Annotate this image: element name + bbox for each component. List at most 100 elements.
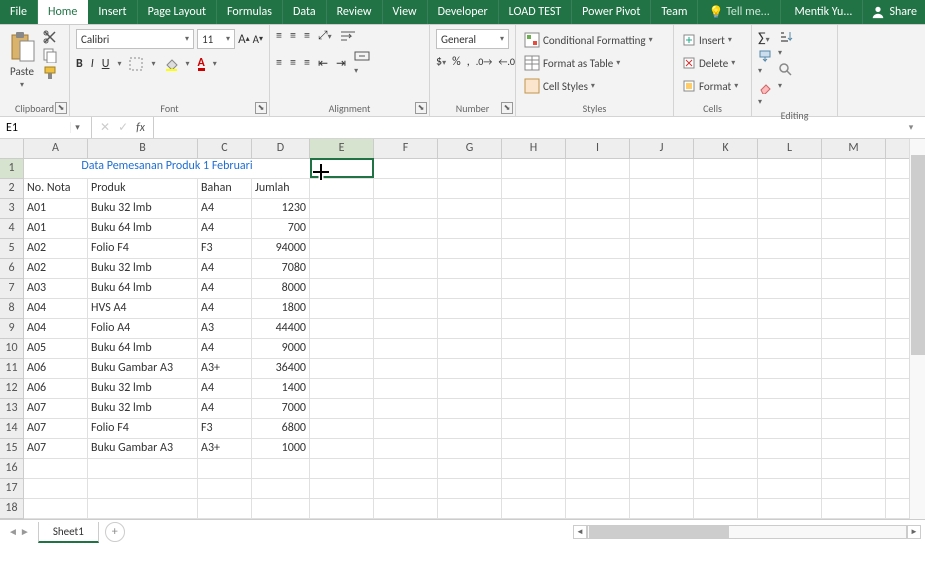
cell[interactable] (502, 359, 566, 379)
cell[interactable] (502, 319, 566, 339)
cell[interactable]: A06 (24, 359, 88, 379)
align-bottom-button[interactable]: ≡ (304, 29, 310, 43)
cell[interactable]: A01 (24, 199, 88, 219)
cell[interactable] (502, 279, 566, 299)
cell[interactable] (822, 459, 886, 479)
cell[interactable] (694, 339, 758, 359)
cell[interactable]: A4 (198, 379, 252, 399)
name-box-input[interactable] (0, 121, 70, 135)
cell[interactable] (502, 479, 566, 499)
cell[interactable] (502, 299, 566, 319)
cell[interactable]: A4 (198, 399, 252, 419)
font-color-button[interactable]: A (198, 56, 205, 71)
cell[interactable]: A3+ (198, 359, 252, 379)
cell[interactable] (438, 459, 502, 479)
row-header-18[interactable]: 18 (0, 499, 24, 519)
underline-button[interactable]: U (102, 57, 110, 71)
cell[interactable] (566, 159, 630, 179)
shrink-font-button[interactable]: A▾ (253, 29, 263, 49)
cell[interactable]: 7080 (252, 259, 310, 279)
cell[interactable] (694, 439, 758, 459)
cell[interactable]: A02 (24, 239, 88, 259)
cell[interactable] (374, 479, 438, 499)
cell[interactable] (566, 459, 630, 479)
cell[interactable] (630, 159, 694, 179)
col-header-F[interactable]: F (374, 139, 438, 159)
delete-cells-button[interactable]: Delete▾ (680, 52, 737, 74)
sheet-nav-prev[interactable]: ◄ (8, 525, 18, 538)
increase-indent-button[interactable]: ⇥ (336, 56, 346, 71)
cell[interactable] (502, 419, 566, 439)
tab-page-layout[interactable]: Page Layout (138, 0, 217, 24)
align-middle-button[interactable]: ≡ (290, 29, 296, 43)
cell[interactable] (502, 179, 566, 199)
tab-data[interactable]: Data (283, 0, 327, 24)
percent-button[interactable]: % (452, 55, 461, 69)
row-header-8[interactable]: 8 (0, 299, 24, 319)
cell[interactable] (694, 359, 758, 379)
cell[interactable] (24, 459, 88, 479)
cell[interactable]: Folio F4 (88, 239, 198, 259)
align-center-button[interactable]: ≡ (290, 56, 296, 70)
row-header-10[interactable]: 10 (0, 339, 24, 359)
format-painter-button[interactable] (42, 65, 58, 81)
expand-formula-bar[interactable]: ▾ (903, 122, 919, 133)
cell[interactable] (502, 199, 566, 219)
cell[interactable] (374, 179, 438, 199)
align-right-button[interactable]: ≡ (304, 56, 310, 70)
cell[interactable] (822, 219, 886, 239)
cell[interactable]: A03 (24, 279, 88, 299)
cell[interactable] (822, 479, 886, 499)
cell[interactable] (502, 439, 566, 459)
cell[interactable] (822, 299, 886, 319)
insert-function-button[interactable]: fx (136, 121, 145, 135)
cell[interactable] (502, 239, 566, 259)
cell[interactable]: 8000 (252, 279, 310, 299)
row-header-13[interactable]: 13 (0, 399, 24, 419)
cell[interactable] (24, 499, 88, 519)
cell[interactable] (566, 299, 630, 319)
cell[interactable] (694, 319, 758, 339)
worksheet-grid[interactable]: ABCDEFGHIJKLMN 1234567891011121314151617… (0, 139, 925, 519)
grow-font-button[interactable]: A▴ (238, 29, 250, 49)
cell[interactable] (758, 179, 822, 199)
cell[interactable] (502, 379, 566, 399)
cell[interactable] (374, 299, 438, 319)
cell[interactable]: Buku Gambar A3 (88, 439, 198, 459)
cell[interactable] (310, 159, 374, 179)
cell[interactable] (252, 459, 310, 479)
clipboard-launcher[interactable]: ⬊ (55, 102, 67, 114)
cell[interactable]: Buku 32 lmb (88, 199, 198, 219)
cell[interactable] (310, 379, 374, 399)
cell[interactable] (758, 219, 822, 239)
cell[interactable] (374, 439, 438, 459)
row-header-17[interactable]: 17 (0, 479, 24, 499)
cell[interactable] (630, 299, 694, 319)
cell[interactable]: Buku 32 lmb (88, 259, 198, 279)
cell[interactable] (758, 159, 822, 179)
format-cells-button[interactable]: Format▾ (680, 75, 740, 97)
cell[interactable] (310, 239, 374, 259)
cell[interactable] (502, 339, 566, 359)
cell[interactable] (566, 499, 630, 519)
cell[interactable] (758, 399, 822, 419)
cell[interactable] (694, 179, 758, 199)
cell[interactable] (694, 419, 758, 439)
cell[interactable]: A07 (24, 439, 88, 459)
cell-styles-button[interactable]: Cell Styles▾ (522, 75, 597, 97)
col-header-I[interactable]: I (566, 139, 630, 159)
enter-formula-button[interactable]: ✓ (118, 120, 128, 135)
cell[interactable] (822, 279, 886, 299)
cell[interactable] (758, 299, 822, 319)
row-headers[interactable]: 123456789101112131415161718 (0, 159, 24, 519)
cell[interactable] (630, 199, 694, 219)
cell[interactable] (310, 219, 374, 239)
cell[interactable] (630, 339, 694, 359)
col-header-K[interactable]: K (694, 139, 758, 159)
cell[interactable] (758, 239, 822, 259)
decrease-indent-button[interactable]: ⇤ (318, 56, 328, 71)
cell[interactable] (374, 239, 438, 259)
cell[interactable] (630, 319, 694, 339)
tab-power-pivot[interactable]: Power Pivot (572, 0, 651, 24)
cell[interactable] (822, 179, 886, 199)
